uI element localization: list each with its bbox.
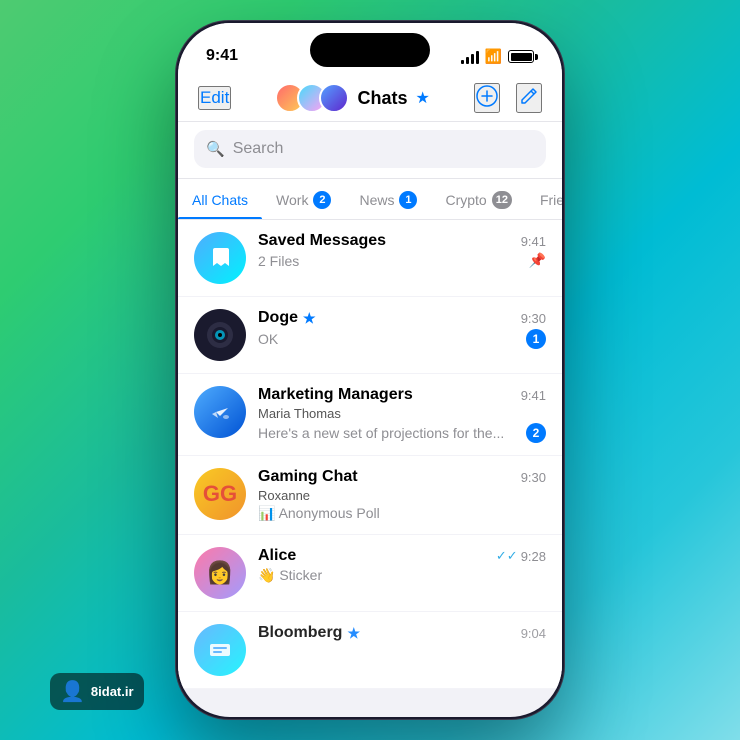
search-icon: 🔍 [206, 140, 225, 158]
alice-time-area: ✓✓ 9:28 [496, 548, 546, 564]
chat-bottom-doge: OK 1 [258, 329, 546, 349]
phone-frame: 9:41 📶 Edit [175, 20, 565, 720]
chat-sub-alice: 👋 Sticker [258, 567, 322, 584]
status-bar: 9:41 📶 [178, 23, 562, 73]
chat-sub-doge: OK [258, 331, 278, 347]
group-avatars [275, 83, 349, 113]
chat-top-row-bloomberg: Bloomberg ★ 9:04 [258, 624, 546, 642]
chat-item-alice[interactable]: 👩 Alice ✓✓ 9:28 👋 Sticker [178, 535, 562, 612]
chat-content-doge: Doge ★ 9:30 OK 1 [258, 309, 546, 349]
compose-button[interactable] [516, 83, 542, 113]
chat-bottom-marketing: Here's a new set of projections for the.… [258, 423, 546, 443]
tab-all-chats-label: All Chats [192, 192, 248, 208]
chat-top-row-doge: Doge ★ 9:30 [258, 309, 546, 327]
search-placeholder: Search [233, 140, 284, 158]
pin-icon-saved: 📌 [529, 252, 546, 269]
chat-item-saved-messages[interactable]: Saved Messages 9:41 2 Files 📌 [178, 220, 562, 297]
edit-button[interactable]: Edit [198, 86, 231, 110]
chat-name-bloomberg: Bloomberg ★ [258, 624, 360, 642]
tab-news[interactable]: News 1 [345, 185, 431, 219]
chat-name-doge: Doge ★ [258, 309, 316, 327]
wifi-icon: 📶 [485, 48, 502, 65]
tab-news-badge: 1 [399, 191, 417, 209]
chat-content-alice: Alice ✓✓ 9:28 👋 Sticker [258, 547, 546, 584]
chat-time-alice: 9:28 [521, 549, 546, 564]
chat-time-bloomberg: 9:04 [521, 626, 546, 641]
filter-tabs: All Chats Work 2 News 1 Crypto 12 Frien.… [178, 179, 562, 220]
chat-sender-gaming: Roxanne [258, 488, 546, 503]
tab-work-label: Work [276, 192, 308, 208]
chat-name-alice: Alice [258, 547, 296, 565]
nav-center: Chats ★ [275, 83, 429, 113]
tab-all-chats[interactable]: All Chats [178, 185, 262, 219]
signal-icon [461, 50, 479, 64]
chat-time-gaming: 9:30 [521, 470, 546, 485]
chat-avatar-bloomberg [194, 624, 246, 676]
search-container: 🔍 Search [178, 122, 562, 179]
tab-work-badge: 2 [313, 191, 331, 209]
chat-content-gaming: Gaming Chat 9:30 Roxanne 📊 Anonymous Pol… [258, 468, 546, 522]
tab-news-label: News [359, 192, 394, 208]
chat-content-bloomberg: Bloomberg ★ 9:04 [258, 624, 546, 644]
chat-avatar-doge [194, 309, 246, 361]
chat-name-marketing: Marketing Managers [258, 386, 413, 404]
tab-crypto-label: Crypto [445, 192, 486, 208]
battery-icon [508, 50, 534, 63]
chat-content-saved: Saved Messages 9:41 2 Files 📌 [258, 232, 546, 269]
chat-name-saved: Saved Messages [258, 232, 386, 250]
bloomberg-star: ★ [347, 625, 360, 642]
chat-avatar-marketing [194, 386, 246, 438]
phone-screen: 9:41 📶 Edit [178, 23, 562, 717]
nav-actions [474, 83, 542, 113]
chat-avatar-gaming: GG [194, 468, 246, 520]
chat-time-saved: 9:41 [521, 234, 546, 249]
tab-friends[interactable]: Frien... [526, 185, 562, 219]
chat-bottom-gaming: 📊 Anonymous Poll [258, 505, 546, 522]
chat-item-marketing[interactable]: Marketing Managers 9:41 Maria Thomas Her… [178, 374, 562, 456]
chat-sub-saved: 2 Files [258, 253, 299, 269]
dynamic-island [310, 33, 430, 67]
chat-time-doge: 9:30 [521, 311, 546, 326]
status-time: 9:41 [206, 47, 238, 65]
chat-item-gaming[interactable]: GG Gaming Chat 9:30 Roxanne 📊 Anonymous … [178, 456, 562, 535]
bar-chart-icon: 📊 [258, 505, 275, 521]
unread-badge-marketing: 2 [526, 423, 546, 443]
chat-preview-marketing: Here's a new set of projections for the.… [258, 425, 526, 441]
watermark-label: 8idat.ir [91, 684, 134, 699]
tab-crypto-badge: 12 [492, 191, 512, 209]
chat-name-gaming: Gaming Chat [258, 468, 358, 486]
chat-time-marketing: 9:41 [521, 388, 546, 403]
watermark: 👤 8idat.ir [50, 673, 144, 710]
chat-avatar-saved [194, 232, 246, 284]
tab-work[interactable]: Work 2 [262, 185, 345, 219]
alice-avatar-img: 👩 [206, 547, 233, 599]
chat-bottom-row: 2 Files 📌 [258, 252, 546, 269]
chat-top-row-alice: Alice ✓✓ 9:28 [258, 547, 546, 565]
watermark-icon: 👤 [60, 679, 85, 704]
chat-top-row-marketing: Marketing Managers 9:41 [258, 386, 546, 404]
doge-star: ★ [303, 310, 316, 327]
chat-top-row: Saved Messages 9:41 [258, 232, 546, 250]
unread-badge-doge: 1 [526, 329, 546, 349]
chat-bottom-alice: 👋 Sticker [258, 567, 546, 584]
chat-top-row-gaming: Gaming Chat 9:30 [258, 468, 546, 486]
avatar-3 [319, 83, 349, 113]
chat-content-marketing: Marketing Managers 9:41 Maria Thomas Her… [258, 386, 546, 443]
chat-avatar-alice: 👩 [194, 547, 246, 599]
gaming-avatar-text: GG [203, 481, 237, 507]
chat-sender-marketing: Maria Thomas [258, 406, 546, 421]
tab-crypto[interactable]: Crypto 12 [431, 185, 525, 219]
status-icons: 📶 [461, 48, 534, 65]
chat-preview-gaming: 📊 Anonymous Poll [258, 505, 546, 522]
nav-title: Chats [357, 88, 407, 109]
star-icon: ★ [415, 88, 429, 108]
chat-item-doge[interactable]: Doge ★ 9:30 OK 1 [178, 297, 562, 374]
double-checkmark-alice: ✓✓ [496, 548, 518, 564]
search-bar[interactable]: 🔍 Search [194, 130, 546, 168]
chat-item-bloomberg[interactable]: Bloomberg ★ 9:04 [178, 612, 562, 689]
new-group-button[interactable] [474, 83, 500, 113]
chat-list: Saved Messages 9:41 2 Files 📌 [178, 220, 562, 689]
tab-friends-label: Frien... [540, 192, 562, 208]
nav-bar: Edit Chats ★ [178, 73, 562, 122]
